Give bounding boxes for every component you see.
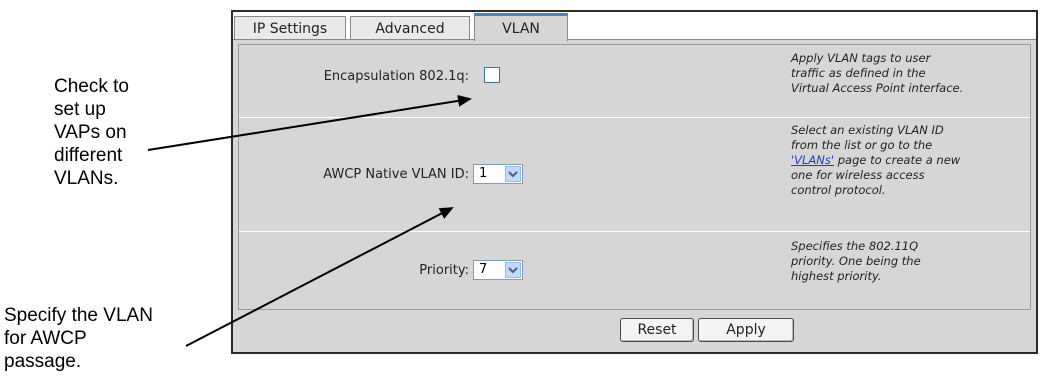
callout-line: VAPs on xyxy=(54,122,127,143)
callout-awcp-text: Specify the VLAN for AWCP passage. xyxy=(4,304,214,373)
reset-button[interactable]: Reset xyxy=(620,318,694,342)
description-line: Virtual Access Point interface. xyxy=(791,81,964,95)
setting-row-native-vlan: AWCP Native VLAN ID: 1 Select an existin… xyxy=(239,119,1030,232)
priority-value: 7 xyxy=(479,262,488,277)
tab-ip-settings[interactable]: IP Settings xyxy=(234,16,346,40)
description-line: Specifies the 802.11Q xyxy=(791,239,919,253)
setting-row-priority: Priority: 7 Specifies the 802.11Q priori… xyxy=(239,233,1030,309)
tab-vlan[interactable]: VLAN xyxy=(474,13,568,41)
vlans-page-link[interactable]: 'VLANs' xyxy=(791,153,834,167)
tab-advanced[interactable]: Advanced xyxy=(350,16,470,40)
callout-line: Specify the VLAN xyxy=(4,305,153,326)
tab-divider xyxy=(568,39,1036,40)
tab-strip: IP Settings Advanced VLAN xyxy=(233,12,1036,41)
settings-table: Encapsulation 802.1q: Apply VLAN tags to… xyxy=(238,44,1031,310)
callout-line: set up xyxy=(54,99,106,120)
description-line: highest priority. xyxy=(791,269,882,283)
native-vlan-select[interactable]: 1 xyxy=(473,164,523,184)
native-vlan-label: AWCP Native VLAN ID: xyxy=(323,167,469,182)
priority-label: Priority: xyxy=(419,263,469,278)
chevron-down-icon[interactable] xyxy=(505,262,521,278)
callout-line: different xyxy=(54,145,123,166)
description-line: Apply VLAN tags to user xyxy=(791,51,931,65)
callout-vap-text: Check to set up VAPs on different VLANs. xyxy=(54,75,194,190)
callout-line: VLANs. xyxy=(54,168,119,189)
callout-line: Check to xyxy=(54,76,129,97)
encapsulation-description: Apply VLAN tags to user traffic as defin… xyxy=(791,51,1027,96)
description-line: control protocol. xyxy=(791,183,886,197)
priority-description: Specifies the 802.11Q priority. One bein… xyxy=(791,239,1027,284)
description-line: priority. One being the xyxy=(791,254,921,268)
vlan-settings-panel: IP Settings Advanced VLAN Encapsulation … xyxy=(231,10,1038,354)
native-vlan-description: Select an existing VLAN ID from the list… xyxy=(791,123,1027,198)
apply-button[interactable]: Apply xyxy=(698,318,794,342)
description-line: from the list or go to the xyxy=(791,138,933,152)
native-vlan-value: 1 xyxy=(479,166,488,181)
tab-divider xyxy=(233,39,474,40)
encapsulation-checkbox[interactable] xyxy=(484,67,500,83)
description-line: Select an existing VLAN ID xyxy=(791,123,944,137)
description-line: 'VLANs' page to create a new xyxy=(791,153,1027,168)
priority-select[interactable]: 7 xyxy=(473,260,523,280)
description-text: page to create a new xyxy=(834,153,961,167)
button-bar: Reset Apply xyxy=(233,318,1036,342)
setting-row-encapsulation: Encapsulation 802.1q: Apply VLAN tags to… xyxy=(239,45,1030,118)
description-line: traffic as defined in the xyxy=(791,66,926,80)
callout-line: passage. xyxy=(4,351,82,372)
chevron-down-icon[interactable] xyxy=(505,166,521,182)
encapsulation-label: Encapsulation 802.1q: xyxy=(323,69,469,84)
description-line: one for wireless access xyxy=(791,168,925,182)
callout-line: for AWCP xyxy=(4,328,87,349)
